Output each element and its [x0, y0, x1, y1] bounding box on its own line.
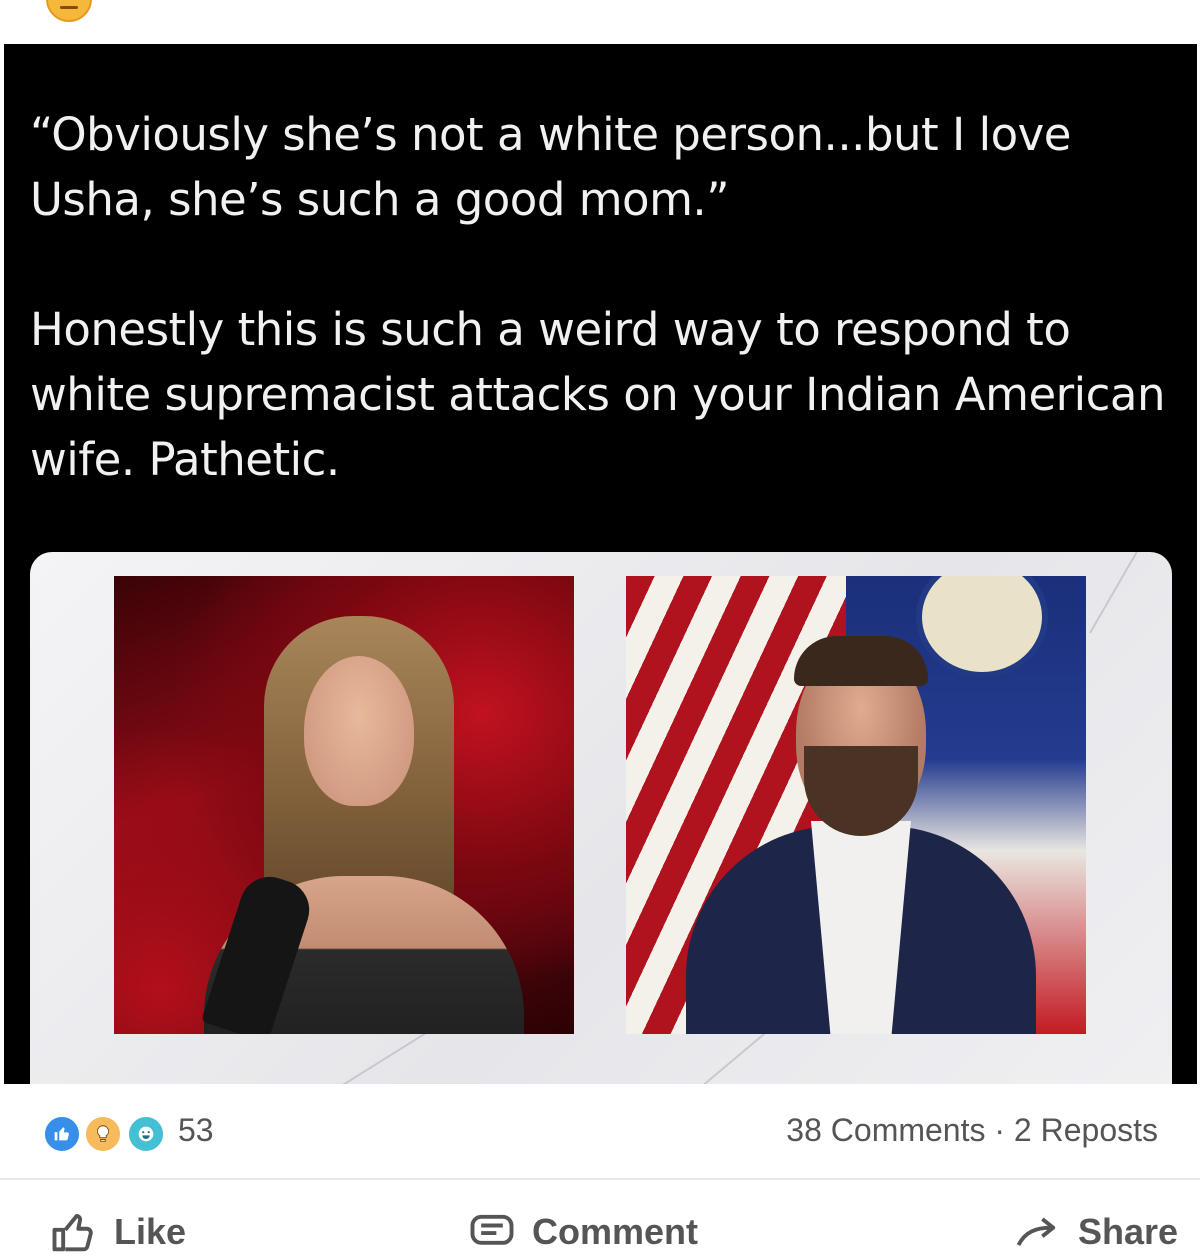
quote-text: “Obviously she’s not a white person...bu… — [30, 108, 1071, 226]
post-action-bar: Like Comment Share — [0, 1180, 1200, 1252]
thumbs-up-icon — [52, 1214, 93, 1252]
tweet-text: “Obviously she’s not a white person...bu… — [30, 102, 1180, 492]
like-label: Like — [114, 1211, 187, 1252]
guest-video-panel — [626, 576, 1086, 1034]
host-video-panel — [114, 576, 574, 1034]
like-reaction-icon[interactable] — [43, 1115, 81, 1153]
share-label: Share — [1078, 1211, 1179, 1252]
video-thumbnail[interactable] — [30, 552, 1172, 1084]
reaction-count[interactable]: 53 — [178, 1112, 214, 1149]
share-button[interactable]: Share — [1012, 1206, 1178, 1258]
stats-separator: · — [994, 1112, 1006, 1148]
comments-reposts-summary: 38 Comments · 2 Reposts — [786, 1112, 1158, 1149]
share-arrow-icon — [1016, 1217, 1056, 1246]
social-counts-bar: 53 38 Comments · 2 Reposts — [0, 1084, 1200, 1180]
comment-label: Comment — [532, 1211, 699, 1252]
funny-reaction-icon[interactable] — [127, 1115, 165, 1153]
reposts-count-link[interactable]: 2 Reposts — [1014, 1112, 1158, 1148]
comment-button[interactable]: Comment — [466, 1206, 698, 1258]
emoji-reaction-icon — [46, 0, 92, 22]
like-button[interactable]: Like — [48, 1206, 186, 1258]
insightful-reaction-icon[interactable] — [84, 1115, 122, 1153]
comments-count-link[interactable]: 38 Comments — [786, 1112, 985, 1148]
comment-icon — [470, 1214, 514, 1245]
post-image[interactable]: “Obviously she’s not a white person...bu… — [4, 44, 1197, 1084]
comment-text: Honestly this is such a weird way to res… — [30, 303, 1165, 486]
